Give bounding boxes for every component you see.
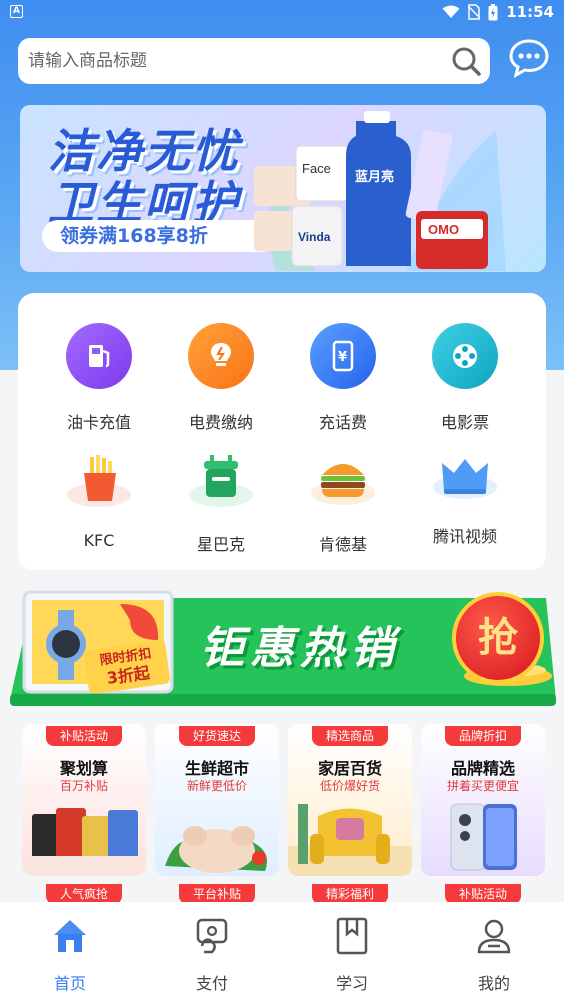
promo-subtitle: 新鲜更低价 <box>186 779 247 793</box>
service-kfc-cn[interactable]: 肯德基 <box>283 453 403 555</box>
search-input[interactable] <box>28 38 438 84</box>
svg-text:¥: ¥ <box>338 350 347 365</box>
promo-badge: 平台补贴 <box>179 884 255 904</box>
promo-card-fresh-market[interactable]: 好货速达 生鲜超市 新鲜更低价 <box>155 724 279 876</box>
bottom-tab-bar: 首页 支付 学习 我的 <box>0 902 564 1002</box>
phone-yuan-icon: ¥ <box>310 323 376 389</box>
promo-title: 品牌精选 <box>450 759 515 778</box>
chicken-image <box>165 826 268 873</box>
app-indicator-icon: A <box>10 5 23 18</box>
hot-sale-banner[interactable]: 限时折扣 3折起 钜惠热销 抢 <box>10 590 556 708</box>
tab-label: 支付 <box>195 974 228 993</box>
promo-card-juhuasuan[interactable]: 补贴活动 聚划算 百万补贴 <box>22 724 146 876</box>
service-label: 肯德基 <box>318 535 367 554</box>
user-icon <box>477 919 511 954</box>
tab-label: 我的 <box>477 974 510 993</box>
banner-brand-omo: OMO <box>428 222 459 237</box>
promo-card-brand-select[interactable]: 品牌折扣 品牌精选 拼着买更便宜 <box>421 724 545 876</box>
service-label: KFC <box>83 531 115 550</box>
service-starbucks[interactable]: 星巴克 <box>161 453 281 555</box>
lightbulb-icon <box>188 323 254 389</box>
bookmark-book-icon <box>336 917 368 955</box>
service-label: 油卡充值 <box>66 413 131 432</box>
services-card: 油卡充值 电费缴纳 ¥ 充话费 电影票 KFC 星巴克 肯德基 腾讯视频 <box>18 293 546 570</box>
tab-payment[interactable]: 支付 <box>162 916 262 994</box>
banner-brand-face: Face <box>302 161 331 176</box>
home-icon <box>54 920 86 952</box>
no-sim-icon <box>468 4 481 20</box>
fuel-pump-icon <box>66 323 132 389</box>
service-label: 星巴克 <box>196 535 245 554</box>
service-tencent-video[interactable]: 腾讯视频 <box>405 453 525 547</box>
status-time: 11:54 <box>506 3 554 21</box>
banner-brand-vinda: Vinda <box>298 230 331 244</box>
promo-title: 聚划算 <box>59 759 108 778</box>
tab-label: 首页 <box>53 974 86 993</box>
promo-title: 家居百货 <box>317 759 382 778</box>
service-label: 电费缴纳 <box>188 413 253 432</box>
promo-banner[interactable]: 洁净无忧 卫生呵护 领券满168享8折 Face Vinda 蓝月亮 OMO <box>20 105 546 272</box>
burger-icon <box>311 464 375 505</box>
payment-icon <box>196 918 228 954</box>
promo-subtitle: 百万补贴 <box>59 779 108 793</box>
banner-coupon-pill: 领券满168享8折 <box>42 220 278 252</box>
snacks-image <box>22 808 146 876</box>
tab-learn[interactable]: 学习 <box>302 916 402 994</box>
film-reel-icon <box>432 323 498 389</box>
service-fuel-card[interactable]: 油卡充值 <box>39 323 159 433</box>
promo-title: 生鲜超市 <box>184 759 249 778</box>
promo-badge: 好货速达 <box>179 726 255 746</box>
banner-brand-bluemoon: 蓝月亮 <box>355 169 394 184</box>
grab-button[interactable]: 抢 <box>452 592 544 684</box>
service-phone-topup[interactable]: ¥ 充话费 <box>283 323 403 433</box>
search-box <box>18 38 490 84</box>
promo-badge: 补贴活动 <box>46 726 122 746</box>
promo-badge: 精彩福利 <box>312 884 388 904</box>
service-label: 电影票 <box>440 413 489 432</box>
search-row <box>18 38 550 84</box>
crown-icon <box>433 459 497 499</box>
promo-badge: 精选商品 <box>312 726 388 746</box>
smartphone-image <box>450 803 517 871</box>
banner-products-image: Face Vinda 蓝月亮 OMO <box>254 111 506 271</box>
service-label: 腾讯视频 <box>432 527 497 546</box>
tab-label: 学习 <box>335 974 368 993</box>
battery-icon <box>488 3 498 20</box>
promo-cards-row: 补贴活动 聚划算 百万补贴 好货速达 生鲜超市 新鲜更低价 精选商品 家居百货 … <box>22 724 545 876</box>
promo-badge: 品牌折扣 <box>445 726 521 746</box>
promo-subtitle: 拼着买更便宜 <box>446 779 519 793</box>
promo-badge: 补贴活动 <box>445 884 521 904</box>
armchair-image <box>288 804 412 876</box>
fries-icon <box>67 455 131 507</box>
coffee-box-icon <box>189 455 253 507</box>
chat-bubble-icon[interactable] <box>508 38 550 78</box>
service-electricity[interactable]: 电费缴纳 <box>161 323 281 433</box>
status-bar: A 11:54 <box>0 0 564 26</box>
wifi-icon <box>442 5 460 18</box>
tab-home[interactable]: 首页 <box>20 916 120 994</box>
tab-profile[interactable]: 我的 <box>444 916 544 994</box>
service-movie-ticket[interactable]: 电影票 <box>405 323 525 433</box>
promo-subtitle: 低价爆好货 <box>319 779 380 793</box>
search-icon[interactable] <box>450 45 482 77</box>
service-kfc[interactable]: KFC <box>39 453 159 550</box>
promo-card-home-goods[interactable]: 精选商品 家居百货 低价爆好货 <box>288 724 412 876</box>
hot-sale-title: 钜惠热销 <box>200 623 400 674</box>
promo-badge: 人气疯抢 <box>46 884 122 904</box>
service-label: 充话费 <box>318 413 367 432</box>
